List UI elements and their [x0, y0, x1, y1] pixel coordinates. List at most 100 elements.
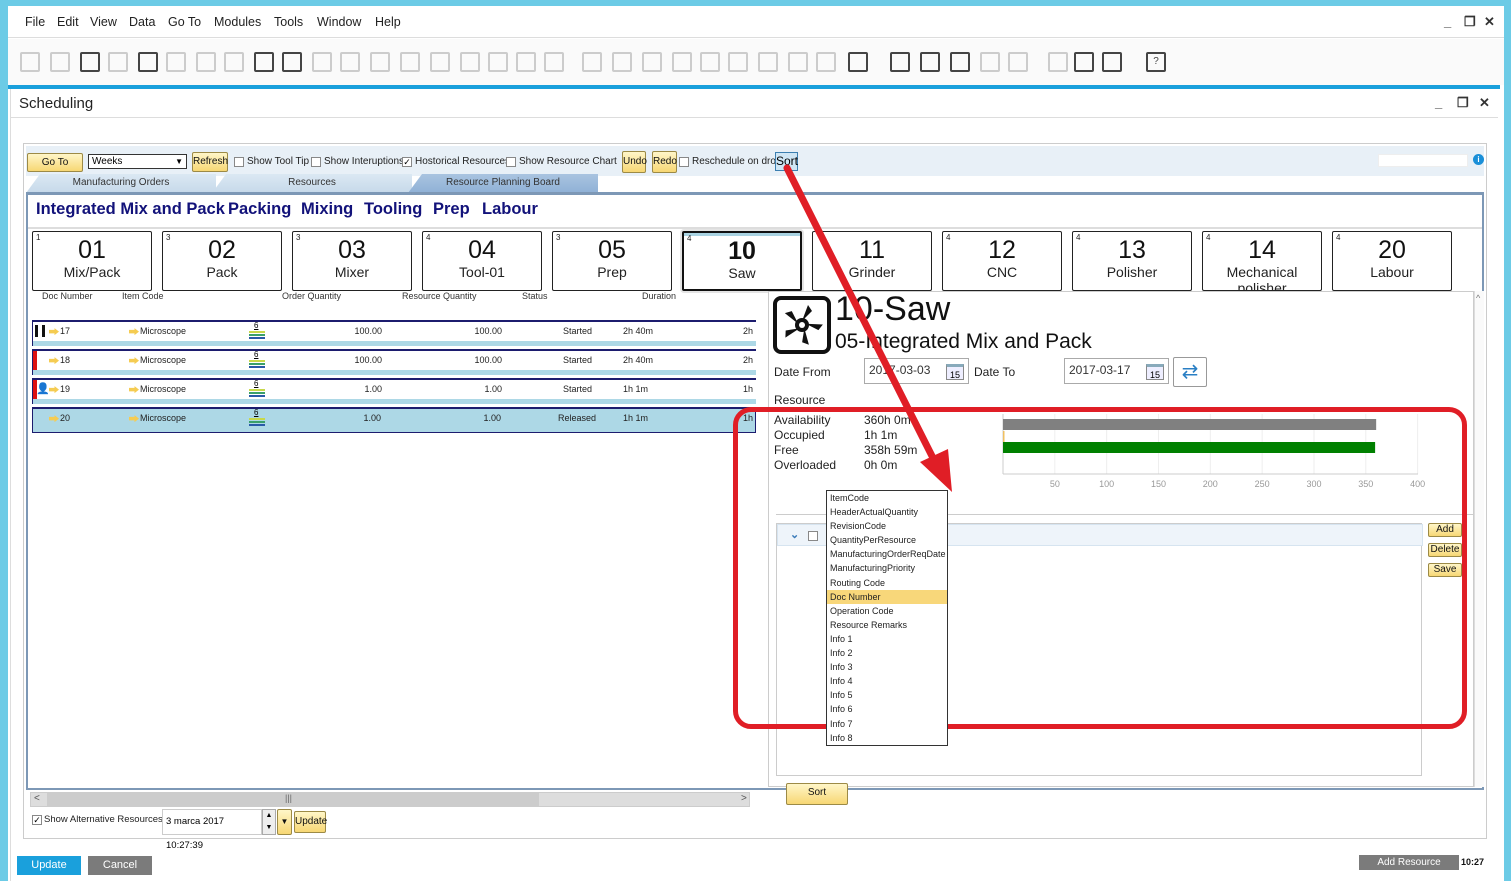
horizontal-scrollbar[interactable]: < ||| >: [30, 792, 750, 807]
spin-up-icon[interactable]: ▲: [263, 810, 275, 822]
currency-icon[interactable]: [672, 52, 692, 72]
refresh-button[interactable]: Refresh: [192, 152, 228, 172]
messages-icon[interactable]: [920, 52, 940, 72]
dropdown-option[interactable]: Info 1: [827, 632, 947, 646]
col-doc-number[interactable]: Doc Number: [42, 291, 93, 301]
add-resource-button[interactable]: Add Resource: [1359, 855, 1459, 870]
resource-tile-11[interactable]: 11 Grinder: [812, 231, 932, 291]
dropdown-option[interactable]: Doc Number: [827, 589, 947, 604]
menu-file[interactable]: File: [25, 15, 45, 29]
datetime-picker[interactable]: 3 marca 2017 10:27:39: [162, 809, 262, 851]
scroll-thumb[interactable]: [47, 793, 539, 806]
journal-icon[interactable]: [728, 52, 748, 72]
link-arrow-icon[interactable]: [49, 328, 59, 336]
group-prep[interactable]: Prep: [433, 200, 470, 219]
col-resource-quantity[interactable]: Resource Quantity: [402, 291, 477, 301]
historical-resources-checkbox[interactable]: ✓: [402, 157, 412, 167]
refresh-icon[interactable]: [488, 52, 508, 72]
info-icon[interactable]: i: [1473, 154, 1484, 165]
show-interuptions-checkbox[interactable]: [311, 157, 321, 167]
dropdown-option[interactable]: ManufacturingPriority: [827, 561, 947, 575]
vertical-scrollbar[interactable]: ^: [1474, 291, 1484, 787]
dropdown-option[interactable]: Info 3: [827, 660, 947, 674]
update-button[interactable]: Update: [17, 856, 81, 875]
widgets-icon[interactable]: [1048, 52, 1068, 72]
table-row[interactable]: 17 Microscope 6 100.00 100.00 Started 2h 40m 2h: [32, 320, 756, 346]
scroll-up-icon[interactable]: ^: [1476, 293, 1480, 303]
menu-help[interactable]: Help: [375, 15, 401, 29]
tab-resource-planning-board[interactable]: Resource Planning Board: [408, 174, 598, 193]
redo-button[interactable]: Redo: [652, 151, 677, 173]
search-input[interactable]: [1378, 154, 1468, 167]
dropdown-option[interactable]: QuantityPerResource: [827, 533, 947, 547]
undo-button[interactable]: Undo: [622, 151, 647, 173]
group-integrated-mix-and-pack[interactable]: Integrated Mix and Pack: [36, 200, 225, 219]
resource-tile-10[interactable]: 4 10 Saw: [682, 231, 802, 291]
menu-modules[interactable]: Modules: [214, 15, 261, 29]
dropdown-option[interactable]: Info 5: [827, 688, 947, 702]
sort-button[interactable]: Sort: [775, 152, 798, 171]
link-arrow-icon[interactable]: [129, 328, 139, 336]
dropdown-option[interactable]: Info 6: [827, 702, 947, 716]
target-document-icon[interactable]: [612, 52, 632, 72]
sms-icon[interactable]: [108, 52, 128, 72]
layout-designer-icon[interactable]: [848, 52, 868, 72]
go-to-today-button[interactable]: Go To Today: [27, 153, 83, 185]
col-duration[interactable]: Duration: [642, 291, 676, 301]
datetime-spinner[interactable]: ▲ ▼: [262, 809, 276, 835]
link-arrow-icon[interactable]: [129, 357, 139, 365]
base-document-icon[interactable]: [582, 52, 602, 72]
pdf-icon[interactable]: [224, 52, 244, 72]
dropdown-option[interactable]: Resource Remarks: [827, 618, 947, 632]
link-arrow-icon[interactable]: [129, 386, 139, 394]
previous-record-icon[interactable]: [400, 52, 420, 72]
dropdown-option[interactable]: ManufacturingOrderReqDate: [827, 547, 947, 561]
group-labour[interactable]: Labour: [482, 200, 538, 219]
lock-layout-icon[interactable]: [282, 52, 302, 72]
cancel-button[interactable]: Cancel: [88, 856, 152, 875]
menu-view[interactable]: View: [90, 15, 117, 29]
move-icon[interactable]: [254, 52, 274, 72]
spin-down-icon[interactable]: ▼: [263, 822, 275, 834]
scroll-left-icon[interactable]: <: [34, 793, 40, 804]
next-record-icon[interactable]: [430, 52, 450, 72]
menu-edit[interactable]: Edit: [57, 15, 79, 29]
link-arrow-icon[interactable]: [49, 415, 59, 423]
tab-manufacturing-orders[interactable]: Manufacturing Orders: [26, 174, 216, 193]
menu-data[interactable]: Data: [129, 15, 155, 29]
group-tooling[interactable]: Tooling: [364, 200, 422, 219]
scroll-right-icon[interactable]: >: [741, 793, 747, 804]
link-arrow-icon[interactable]: [49, 386, 59, 394]
resource-tile-03[interactable]: 3 03 Mixer: [292, 231, 412, 291]
restore-icon[interactable]: ❐: [1464, 14, 1476, 30]
group-mixing[interactable]: Mixing: [301, 200, 353, 219]
dropdown-option[interactable]: ItemCode: [827, 491, 947, 505]
balance-icon[interactable]: [700, 52, 720, 72]
calendar-icon[interactable]: 15: [946, 364, 964, 380]
period-select[interactable]: Weeks ▼: [88, 154, 187, 169]
last-record-icon[interactable]: [460, 52, 480, 72]
date-from-field[interactable]: 2017-03-03 15: [864, 358, 969, 384]
analytics-icon[interactable]: [1074, 52, 1094, 72]
resource-tile-01[interactable]: 1 01 Mix/Pack: [32, 231, 152, 291]
resource-tile-12[interactable]: 4 12 CNC: [942, 231, 1062, 291]
print-icon[interactable]: [50, 52, 70, 72]
date-to-field[interactable]: 2017-03-17 15: [1064, 358, 1169, 384]
dropdown-option[interactable]: Info 8: [827, 731, 947, 745]
dropdown-option[interactable]: Routing Code: [827, 576, 947, 590]
edit-icon[interactable]: [788, 52, 808, 72]
minimize-icon[interactable]: _: [1444, 14, 1451, 29]
sort-field-dropdown[interactable]: ItemCode HeaderActualQuantity RevisionCode…: [826, 490, 948, 746]
link-arrow-icon[interactable]: [129, 415, 139, 423]
add-row-icon[interactable]: [340, 52, 360, 72]
dropdown-option[interactable]: Info 2: [827, 646, 947, 660]
calendar-icon[interactable]: [950, 52, 970, 72]
sort-icon[interactable]: [544, 52, 564, 72]
menu-tools[interactable]: Tools: [274, 15, 303, 29]
show-resource-chart-checkbox[interactable]: [506, 157, 516, 167]
child-minimize-icon[interactable]: _: [1435, 95, 1442, 110]
resource-tile-14[interactable]: 4 14 Mechanical polisher: [1202, 231, 1322, 296]
resource-tile-20[interactable]: 4 20 Labour: [1332, 231, 1452, 291]
child-restore-icon[interactable]: ❐: [1457, 95, 1469, 111]
resource-tile-02[interactable]: 3 02 Pack: [162, 231, 282, 291]
